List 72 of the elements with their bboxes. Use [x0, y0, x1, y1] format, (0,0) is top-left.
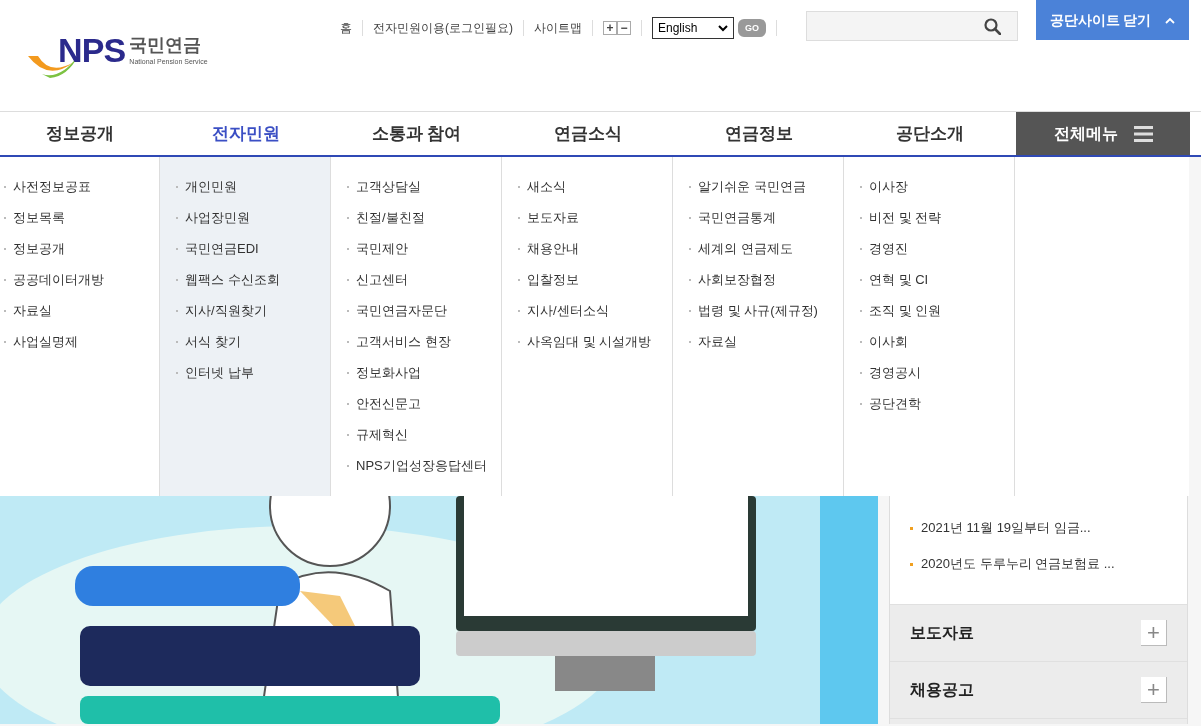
submenu-link[interactable]: 자료실 — [698, 331, 842, 352]
submenu-link[interactable]: 국민제안 — [356, 238, 500, 259]
nav-tab[interactable]: 연금정보 — [673, 112, 844, 155]
submenu-link[interactable]: 조직 및 인원 — [869, 300, 1013, 321]
all-menu-button[interactable]: 전체메뉴 — [1016, 112, 1190, 155]
submenu-link[interactable]: 정보화사업 — [356, 362, 500, 383]
submenu-link[interactable]: 세계의 연금제도 — [698, 238, 842, 259]
submenu-link[interactable]: 법령 및 사규(제규정) — [698, 300, 842, 321]
news-link[interactable]: 2020년도 두루누리 연금보험료 ... — [921, 554, 1115, 574]
submenu-link[interactable]: 친절/불친절 — [356, 207, 500, 228]
submenu-link[interactable]: 사업실명제 — [13, 331, 157, 352]
news-link[interactable]: 2021년 11월 19일부터 임금... — [921, 518, 1091, 538]
nav-tab[interactable]: 소통과 참여 — [331, 112, 502, 155]
submenu-link[interactable]: 이사장 — [869, 176, 1013, 197]
close-site-button[interactable]: 공단사이트 닫기 — [1036, 0, 1189, 40]
submenu-link[interactable]: 고객서비스 현장 — [356, 331, 500, 352]
bullet-icon — [910, 562, 913, 566]
nav-tab[interactable]: 전자민원 — [160, 112, 331, 155]
submenu-link[interactable]: 지사/센터소식 — [527, 300, 671, 321]
submenu-link[interactable]: 정보공개 — [13, 238, 157, 259]
expand-button[interactable]: + — [1141, 620, 1167, 646]
top-link[interactable]: 사이트맵 — [534, 19, 582, 37]
section-title: 보도자료 — [910, 623, 974, 643]
submenu-link[interactable]: 공공데이터개방 — [13, 269, 157, 290]
submenu-link[interactable]: 신고센터 — [356, 269, 500, 290]
submenu-link[interactable]: 연혁 및 CI — [869, 269, 1013, 290]
submenu-link[interactable]: 고객상담실 — [356, 176, 500, 197]
submenu-link[interactable]: 정보목록 — [13, 207, 157, 228]
submenu-link[interactable]: 웹팩스 수신조회 — [185, 269, 329, 290]
submenu-link[interactable]: 공단견학 — [869, 393, 1013, 414]
nav-tab[interactable]: 연금소식 — [502, 112, 673, 155]
submenu-link[interactable]: 경영공시 — [869, 362, 1013, 383]
submenu-link[interactable]: 규제혁신 — [356, 424, 500, 445]
submenu-link[interactable]: 사옥임대 및 시설개방 — [527, 331, 671, 352]
submenu-link[interactable]: 국민연금EDI — [185, 238, 329, 259]
submenu-link[interactable]: 자료실 — [13, 300, 157, 321]
submenu-link[interactable]: 비전 및 전략 — [869, 207, 1013, 228]
font-size-button[interactable]: + — [603, 21, 617, 35]
logo-mark: NPS — [58, 33, 126, 67]
chevron-down-icon — [718, 24, 728, 32]
submenu-link[interactable]: 안전신문고 — [356, 393, 500, 414]
submenu-link[interactable]: 인터넷 납부 — [185, 362, 329, 383]
submenu-link[interactable]: 새소식 — [527, 176, 671, 197]
nav-tab[interactable]: 공단소개 — [844, 112, 1015, 155]
submenu-link[interactable]: 보도자료 — [527, 207, 671, 228]
chevron-up-icon — [1165, 16, 1176, 24]
submenu-link[interactable]: 이사회 — [869, 331, 1013, 352]
submenu-link[interactable]: 사전정보공표 — [13, 176, 157, 197]
section-title: 채용공고 — [910, 680, 974, 700]
submenu-link[interactable]: 국민연금통계 — [698, 207, 842, 228]
top-link[interactable]: 홈 — [340, 19, 352, 37]
logo-name: 국민연금 — [129, 35, 203, 54]
submenu-link[interactable]: 알기쉬운 국민연금 — [698, 176, 842, 197]
bullet-icon — [910, 526, 913, 530]
submenu-link[interactable]: 입찰정보 — [527, 269, 671, 290]
submenu-link[interactable]: 지사/직원찾기 — [185, 300, 329, 321]
submenu-link[interactable]: 서식 찾기 — [185, 331, 329, 352]
submenu-link[interactable]: NPS기업성장응답센터 — [356, 455, 500, 476]
search-field[interactable] — [806, 11, 1018, 41]
nav-tab[interactable]: 정보공개 — [0, 112, 160, 155]
expand-button[interactable]: + — [1141, 677, 1167, 703]
submenu-link[interactable]: 경영진 — [869, 238, 1013, 259]
submenu-link[interactable]: 사회보장협정 — [698, 269, 842, 290]
language-select[interactable]: English — [652, 17, 734, 39]
submenu-link[interactable]: 개인민원 — [185, 176, 329, 197]
submenu-link[interactable]: 국민연금자문단 — [356, 300, 500, 321]
submenu-link[interactable]: 채용안내 — [527, 238, 671, 259]
submenu-link[interactable]: 사업장민원 — [185, 207, 329, 228]
menu-icon — [1133, 125, 1153, 142]
font-size-button[interactable]: − — [617, 21, 631, 35]
search-icon — [984, 17, 1001, 35]
top-link[interactable]: 전자민원이용(로그인필요) — [373, 19, 513, 37]
